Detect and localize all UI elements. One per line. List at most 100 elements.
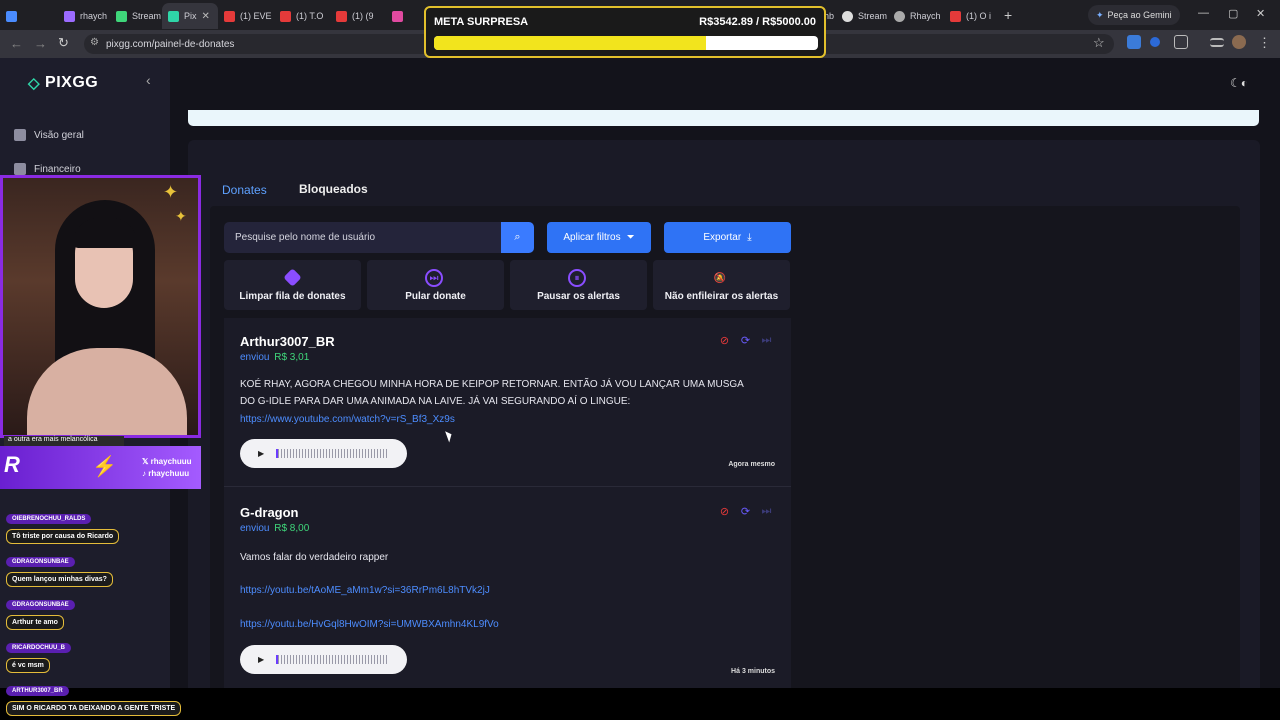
info-banner xyxy=(188,110,1259,126)
browser-tab[interactable]: (1) O i xyxy=(944,3,996,29)
block-user-icon[interactable]: ⊘ xyxy=(718,334,731,347)
chat-message: OIEBRENOCHUU_RALDS Tô triste por causa do… xyxy=(6,507,120,544)
bell-off-icon: 🔕 xyxy=(713,272,727,284)
browser-tab[interactable]: (1) EVE xyxy=(218,3,274,29)
media-icon[interactable] xyxy=(1210,38,1224,47)
play-icon[interactable]: ▶ xyxy=(258,449,264,458)
webcam-overlay: ✦ ✦ xyxy=(0,175,201,438)
waveform[interactable] xyxy=(276,655,389,664)
social-banner: R ⚡ 𝕏 rhaychuuu ♪ rhaychuuu xyxy=(0,446,201,489)
chat-text: Quem lançou minhas divas? xyxy=(6,572,113,587)
chat-username: OIEBRENOCHUU_RALDS xyxy=(6,514,92,524)
reload-icon[interactable]: ↻ xyxy=(58,35,69,51)
tab-favicon-icon xyxy=(336,10,347,22)
donation-time: Agora mesmo xyxy=(728,461,775,468)
donor-name: G-dragon xyxy=(240,505,299,520)
browser-tab[interactable] xyxy=(0,3,24,29)
browser-tab[interactable]: (1) T.O xyxy=(274,3,330,29)
puzzle-icon[interactable] xyxy=(1174,35,1188,49)
filter-icon: ⏷ xyxy=(626,232,635,243)
browser-tab[interactable]: Stream xyxy=(110,3,162,29)
close-tab-icon[interactable]: ✕ xyxy=(202,11,210,22)
pixgg-logo-icon: ◇ xyxy=(28,75,41,92)
download-icon: ⤓ xyxy=(747,232,752,243)
forward-icon[interactable]: → xyxy=(34,36,47,51)
chat-message: RICARDOCHUU_B é vc msm xyxy=(6,636,72,673)
browser-tab[interactable]: (1) (9 xyxy=(330,3,386,29)
minimize-icon[interactable]: — xyxy=(1198,7,1209,19)
chat-username: RICARDOCHUU_B xyxy=(6,643,72,653)
home-icon xyxy=(14,129,26,141)
play-icon[interactable]: ▶ xyxy=(258,655,264,664)
collapse-sidebar-icon[interactable]: ‹ xyxy=(146,72,151,88)
site-info-icon[interactable]: ⚙ xyxy=(90,37,99,48)
donation-actions: ⊘ ⟳ ⏭ xyxy=(718,505,773,518)
chat-text: SIM O RICARDO TA DEIXANDO A GENTE TRISTE xyxy=(6,701,182,716)
tab-donates[interactable]: Donates xyxy=(222,183,267,197)
export-button[interactable]: Exportar ⤓ xyxy=(664,222,791,253)
search-button[interactable]: ⌕ xyxy=(501,222,534,253)
pause-alerts-button[interactable]: ⏸ Pausar os alertas xyxy=(510,260,647,310)
audio-player[interactable]: ▶ xyxy=(240,439,407,468)
chat-text: Arthur te amo xyxy=(6,615,64,630)
theme-toggle-icon[interactable]: ☾◐ xyxy=(1230,76,1248,90)
social-x-handle: 𝕏 rhaychuuu xyxy=(142,457,192,466)
download-icon[interactable] xyxy=(1127,35,1141,49)
skip-donate-button[interactable]: ⏭ Pular donate xyxy=(367,260,504,310)
donation-amount: R$ 3,01 xyxy=(274,352,310,363)
chat-message: GDRAGONSUNBAE Arthur te amo xyxy=(6,593,75,630)
block-user-icon[interactable]: ⊘ xyxy=(718,505,731,518)
tab-favicon-icon xyxy=(224,10,235,22)
waveform[interactable] xyxy=(276,449,389,458)
audio-player[interactable]: ▶ xyxy=(240,645,407,674)
donation-actions: ⊘ ⟳ ⏭ xyxy=(718,334,773,347)
chat-message: GDRAGONSUNBAE Quem lançou minhas divas? xyxy=(6,550,113,587)
donation-link[interactable]: https://youtu.be/HvGql8HwOIM?si=UMWBXAmh… xyxy=(240,619,499,630)
back-icon[interactable]: ← xyxy=(10,36,23,51)
browser-tab[interactable]: Stream xyxy=(836,3,888,29)
replay-icon[interactable]: ⟳ xyxy=(739,334,752,347)
donation-link[interactable]: https://youtu.be/tAoME_aMm1w?si=36RrPm6L… xyxy=(240,585,490,596)
donation-amount: R$ 8,00 xyxy=(274,523,310,534)
donation-message: Vamos falar do verdadeiro rapper xyxy=(240,552,389,563)
skip-icon: ⏭ xyxy=(425,269,443,287)
browser-tab-active[interactable]: Pix ✕ xyxy=(162,3,218,29)
browser-tab[interactable]: Rhaych xyxy=(888,3,944,29)
close-window-icon[interactable]: ✕ xyxy=(1256,7,1265,20)
dont-queue-alerts-button[interactable]: 🔕 Não enfileirar os alertas xyxy=(653,260,790,310)
apply-filters-button[interactable]: Aplicar filtros ⏷ xyxy=(547,222,651,253)
browser-tab[interactable] xyxy=(386,3,410,29)
tab-favicon-icon xyxy=(392,10,403,22)
clear-queue-button[interactable]: Limpar fila de donates xyxy=(224,260,361,310)
tab-bloqueados[interactable]: Bloqueados xyxy=(299,182,368,196)
maximize-icon[interactable]: ▢ xyxy=(1228,7,1238,20)
new-tab-icon[interactable]: + xyxy=(1004,7,1012,23)
extension-icon[interactable] xyxy=(1150,37,1160,47)
sparkle-icon: ✦ xyxy=(1096,9,1104,20)
browser-tab[interactable]: rhaych xyxy=(58,3,110,29)
screen: rhaych Stream Pix ✕ (1) EVE (1) T.O (1) (… xyxy=(0,0,1280,720)
skip-icon[interactable]: ⏭ xyxy=(760,505,773,518)
donation-link[interactable]: https://www.youtube.com/watch?v=rS_Bf3_X… xyxy=(240,414,455,425)
gemini-button[interactable]: ✦ Peça ao Gemini xyxy=(1088,5,1180,25)
pixgg-logo[interactable]: ◇ PIXGG xyxy=(28,74,98,92)
tab-favicon-icon xyxy=(64,10,75,22)
chat-text: é vc msm xyxy=(6,658,50,673)
bookmark-star-icon[interactable]: ☆ xyxy=(1093,35,1105,51)
sidebar-item-financeiro[interactable]: Financeiro xyxy=(14,163,81,175)
goal-progress-fill xyxy=(434,36,707,50)
channel-logo-icon: R xyxy=(4,452,20,477)
avatar[interactable] xyxy=(1232,35,1246,49)
search-input[interactable] xyxy=(224,222,501,253)
replay-icon[interactable]: ⟳ xyxy=(739,505,752,518)
star-icon: ✦ xyxy=(175,208,187,224)
goal-overlay: META SURPRESA R$3542.89 / R$5000.00 xyxy=(424,6,826,58)
sidebar-item-visao-geral[interactable]: Visão geral xyxy=(14,129,84,141)
donor-name: Arthur3007_BR xyxy=(240,334,335,349)
tab-favicon-icon xyxy=(116,10,127,22)
menu-kebab-icon[interactable]: ⋮ xyxy=(1258,35,1271,51)
streamer-bangs xyxy=(73,218,137,248)
social-tiktok-handle: ♪ rhaychuuu xyxy=(142,469,190,478)
goal-progress-bar xyxy=(434,36,818,50)
skip-icon[interactable]: ⏭ xyxy=(760,334,773,347)
